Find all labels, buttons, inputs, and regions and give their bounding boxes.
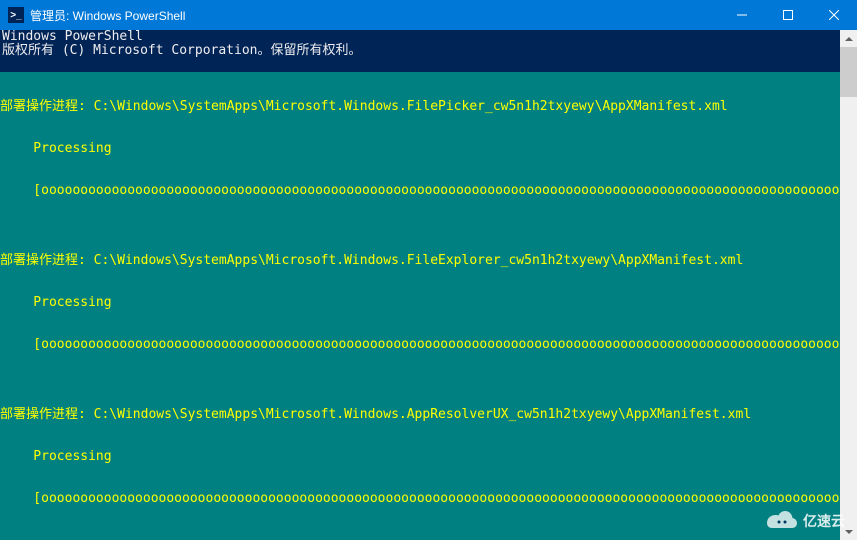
scrollbar-thumb[interactable] [840,47,857,97]
scrollbar-up-button[interactable] [840,30,857,47]
scrollbar-track[interactable] [840,47,857,523]
deploy-block-3: 部署操作进程: C:\Windows\SystemApps\Microsoft.… [0,380,840,534]
powershell-icon: >_ [8,7,24,23]
ps-header-line2: 版权所有 (C) Microsoft Corporation。保留所有权利。 [0,44,840,58]
deploy-block-2: 部署操作进程: C:\Windows\SystemApps\Microsoft.… [0,226,840,380]
maximize-button[interactable] [765,0,811,30]
window-titlebar: >_ 管理员: Windows PowerShell [0,0,857,30]
watermark-text: 亿速云 [803,511,845,531]
terminal-content[interactable]: Windows PowerShell 版权所有 (C) Microsoft Co… [0,30,840,540]
vertical-scrollbar[interactable] [840,30,857,540]
deploy-label: 部署操作进程: [0,99,94,114]
deploy-path: C:\Windows\SystemApps\Microsoft.Windows.… [94,99,728,114]
deploy-block-1: 部署操作进程: C:\Windows\SystemApps\Microsoft.… [0,72,840,226]
deploy-block-4: 部署操作进程: C:\Windows\SystemApps\Microsoft.… [0,534,840,540]
deploy-path: C:\Windows\SystemApps\Microsoft.Windows.… [94,407,751,422]
processing-text: Processing [0,450,840,464]
deploy-path: C:\Windows\SystemApps\Microsoft.Windows.… [94,253,744,268]
close-button[interactable] [811,0,857,30]
watermark: 亿速云 [765,510,845,532]
cloud-icon [765,510,799,532]
ps-header-line1: Windows PowerShell [0,30,840,44]
processing-text: Processing [0,296,840,310]
progress-bar: [ooooooooooooooooooooooooooooooooooooooo… [0,338,840,352]
processing-text: Processing [0,142,840,156]
deploy-label: 部署操作进程: [0,253,94,268]
progress-bar: [ooooooooooooooooooooooooooooooooooooooo… [0,184,840,198]
window-title: 管理员: Windows PowerShell [30,7,719,24]
window-controls [719,0,857,30]
blank-line [0,58,840,72]
minimize-button[interactable] [719,0,765,30]
deploy-label: 部署操作进程: [0,407,94,422]
progress-bar: [ooooooooooooooooooooooooooooooooooooooo… [0,492,840,506]
